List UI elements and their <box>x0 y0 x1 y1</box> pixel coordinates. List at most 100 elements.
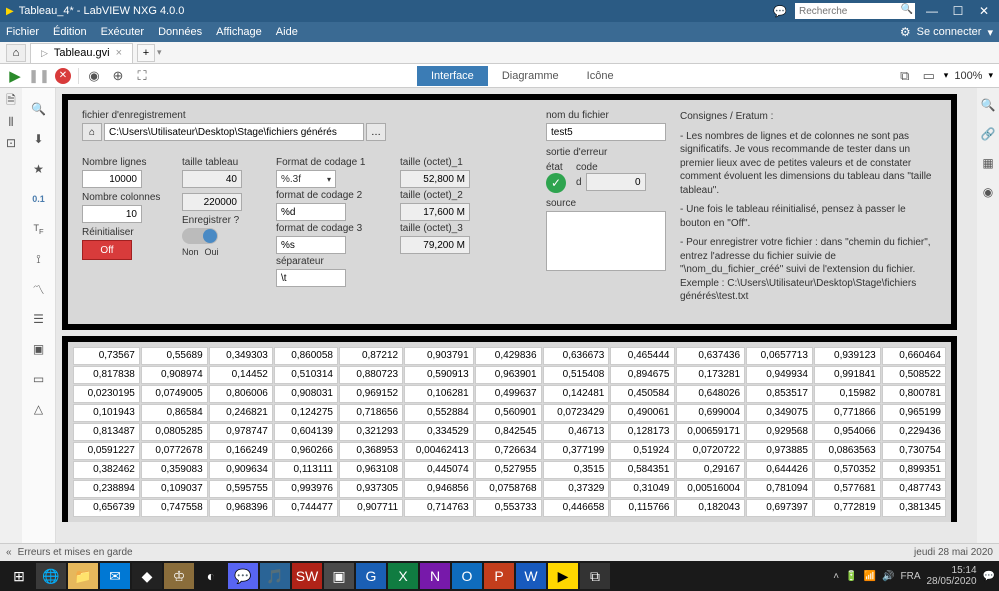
table-cell[interactable]: 0,963108 <box>339 461 403 479</box>
table-cell[interactable]: 0,321293 <box>339 423 403 441</box>
table-cell[interactable]: 0,29167 <box>676 461 746 479</box>
palette-download-icon[interactable]: ⬇ <box>28 128 50 150</box>
table-cell[interactable]: 0,31049 <box>610 480 674 498</box>
path-browse-button[interactable]: ⌂ <box>82 123 102 141</box>
settings-icon[interactable]: ⚙ <box>900 25 911 39</box>
table-cell[interactable]: 0,0772678 <box>141 442 208 460</box>
table-cell[interactable]: 0,560901 <box>475 404 542 422</box>
pause-button[interactable]: ❚❚ <box>30 67 48 85</box>
front-panel[interactable]: fichier d'enregistrement ⌂ … Nombre lign… <box>56 88 977 543</box>
status-errors-label[interactable]: Erreurs et mises en garde <box>18 547 133 558</box>
status-collapse-icon[interactable]: « <box>6 547 12 558</box>
table-cell[interactable]: 0,00516004 <box>676 480 746 498</box>
table-cell[interactable]: 0,697397 <box>746 499 813 517</box>
table-cell[interactable]: 0,334529 <box>404 423 474 441</box>
maximize-button[interactable]: ☐ <box>949 4 967 18</box>
table-cell[interactable]: 0,238894 <box>73 480 140 498</box>
table-cell[interactable]: 0,978747 <box>209 423 273 441</box>
table-cell[interactable]: 0,553733 <box>475 499 542 517</box>
palette-container-icon[interactable]: ▭ <box>28 368 50 390</box>
tray-volume-icon[interactable]: 🔊 <box>882 571 894 582</box>
format3-input[interactable] <box>276 236 346 254</box>
nombre-colonnes-input[interactable] <box>82 205 142 223</box>
table-cell[interactable]: 0,0230195 <box>73 385 140 403</box>
palette-image-icon[interactable]: ▣ <box>28 338 50 360</box>
rrail-search-icon[interactable]: 🔍 <box>979 92 997 118</box>
close-button[interactable]: ✕ <box>975 4 993 18</box>
rail-split-icon[interactable]: ⫴ <box>2 113 20 131</box>
path-input[interactable] <box>104 123 364 141</box>
table-cell[interactable]: 0,377199 <box>543 442 610 460</box>
table-cell[interactable]: 0,142481 <box>543 385 610 403</box>
document-tab[interactable]: ▷ Tableau.gvi × <box>30 43 133 63</box>
table-cell[interactable]: 0,101943 <box>73 404 140 422</box>
taskbar-word-icon[interactable]: W <box>516 563 546 589</box>
rail-files-icon[interactable]: 🗎 <box>2 92 20 110</box>
tab-interface[interactable]: Interface <box>417 66 488 86</box>
table-cell[interactable]: 0,968396 <box>209 499 273 517</box>
table-cell[interactable]: 0,86584 <box>141 404 208 422</box>
home-button[interactable]: ⌂ <box>6 44 26 62</box>
table-cell[interactable]: 0,46713 <box>543 423 610 441</box>
taskbar-excel-icon[interactable]: X <box>388 563 418 589</box>
table-cell[interactable]: 0,00659171 <box>676 423 746 441</box>
table-cell[interactable]: 0,973885 <box>746 442 813 460</box>
table-cell[interactable]: 0,0758768 <box>475 480 542 498</box>
table-cell[interactable]: 0,949934 <box>746 366 813 384</box>
table-cell[interactable]: 0,718656 <box>339 404 403 422</box>
table-cell[interactable]: 0,552884 <box>404 404 474 422</box>
highlight-button[interactable]: ⊕ <box>109 67 127 85</box>
table-cell[interactable]: 0,0805285 <box>141 423 208 441</box>
table-cell[interactable]: 0,246821 <box>209 404 273 422</box>
palette-list-icon[interactable]: ☰ <box>28 308 50 330</box>
new-window-icon[interactable]: ⧉ <box>896 67 914 85</box>
table-cell[interactable]: 0,656739 <box>73 499 140 517</box>
taskbar-chrome-icon[interactable]: 🌐 <box>36 563 66 589</box>
table-cell[interactable]: 0,0863563 <box>814 442 881 460</box>
nombre-lignes-input[interactable] <box>82 170 142 188</box>
tray-battery-icon[interactable]: 🔋 <box>845 571 857 582</box>
zoom-chevron-icon[interactable]: ▾ <box>988 70 993 81</box>
table-cell[interactable]: 0,0720722 <box>676 442 746 460</box>
table-cell[interactable]: 0,15982 <box>814 385 881 403</box>
add-tab-button[interactable]: + <box>137 44 155 62</box>
taskbar-app2-icon[interactable]: G <box>356 563 386 589</box>
data-table[interactable]: 0,735670,556890,3493030,8600580,872120,9… <box>72 346 947 518</box>
align-button[interactable]: ⛶ <box>133 67 151 85</box>
taskbar-music-icon[interactable]: 🎵 <box>260 563 290 589</box>
table-cell[interactable]: 0,0749005 <box>141 385 208 403</box>
table-cell[interactable]: 0,166249 <box>209 442 273 460</box>
table-cell[interactable]: 0,954066 <box>814 423 881 441</box>
taskbar-onenote-icon[interactable]: N <box>420 563 450 589</box>
table-cell[interactable]: 0,87212 <box>339 347 403 365</box>
table-cell[interactable]: 0,939123 <box>814 347 881 365</box>
rrail-grid-icon[interactable]: ▦ <box>979 150 997 176</box>
taskbar-explorer-icon[interactable]: 📁 <box>68 563 98 589</box>
table-cell[interactable]: 0,368953 <box>339 442 403 460</box>
table-cell[interactable]: 0,0657713 <box>746 347 813 365</box>
add-tab-chevron-icon[interactable]: ▾ <box>157 47 162 58</box>
start-button[interactable]: ⊞ <box>4 563 34 589</box>
table-cell[interactable]: 0,584351 <box>610 461 674 479</box>
rrail-record-icon[interactable]: ◉ <box>979 179 997 205</box>
rail-node-icon[interactable]: ⊡ <box>2 134 20 152</box>
table-cell[interactable]: 0,0591227 <box>73 442 140 460</box>
fit-icon[interactable]: ▭ <box>920 67 938 85</box>
table-cell[interactable]: 0,499637 <box>475 385 542 403</box>
table-cell[interactable]: 0,908974 <box>141 366 208 384</box>
table-cell[interactable]: 0,929568 <box>746 423 813 441</box>
tab-diagram[interactable]: Diagramme <box>488 66 573 86</box>
fit-chevron-icon[interactable]: ▾ <box>944 70 949 81</box>
tray-notifications-icon[interactable]: 💬 <box>983 571 995 582</box>
table-cell[interactable]: 0,106281 <box>404 385 474 403</box>
taskbar-steam-icon[interactable]: ◐ <box>196 563 226 589</box>
taskbar-powerpoint-icon[interactable]: P <box>484 563 514 589</box>
table-cell[interactable]: 0,772819 <box>814 499 881 517</box>
table-cell[interactable]: 0,349303 <box>209 347 273 365</box>
table-cell[interactable]: 0,73567 <box>73 347 140 365</box>
taskbar-app3-icon[interactable]: ⧉ <box>580 563 610 589</box>
table-cell[interactable]: 0,726634 <box>475 442 542 460</box>
table-cell[interactable]: 0,381345 <box>882 499 946 517</box>
table-cell[interactable]: 0,965199 <box>882 404 946 422</box>
menu-fichier[interactable]: Fichier <box>6 26 39 38</box>
